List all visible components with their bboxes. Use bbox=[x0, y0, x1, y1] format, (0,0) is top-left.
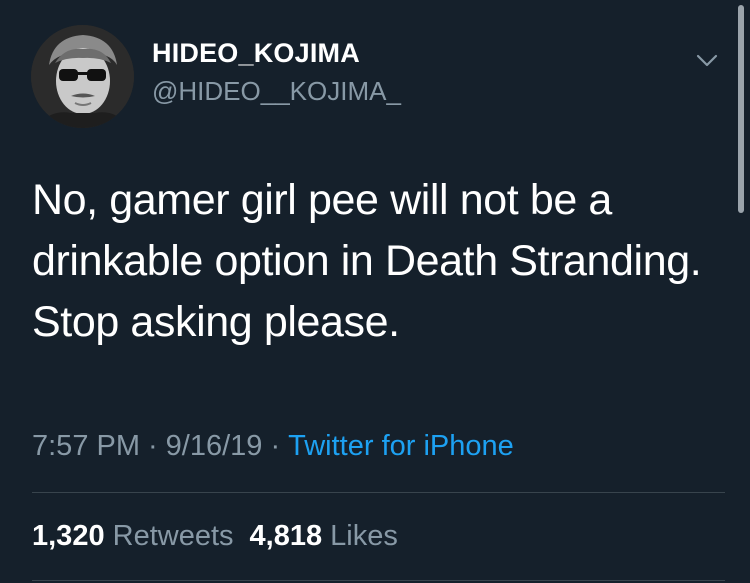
tweet-source-link[interactable]: Twitter for iPhone bbox=[288, 430, 514, 462]
divider bbox=[32, 492, 725, 493]
avatar[interactable] bbox=[31, 25, 134, 128]
meta-separator: · bbox=[270, 430, 281, 462]
tweet-meta: 7:57 PM · 9/16/19 · Twitter for iPhone bbox=[32, 430, 514, 463]
display-name[interactable]: HIDEO_KOJIMA bbox=[152, 38, 360, 69]
meta-separator: · bbox=[148, 430, 158, 462]
retweets-label: Retweets bbox=[112, 520, 234, 552]
likes-count: 4,818 bbox=[249, 520, 323, 552]
user-handle[interactable]: @HIDEO__KOJIMA_ bbox=[152, 76, 401, 107]
tweet-detail: HIDEO_KOJIMA @HIDEO__KOJIMA_ No, gamer g… bbox=[0, 0, 750, 583]
retweets-count: 1,320 bbox=[32, 520, 105, 552]
likes-label: Likes bbox=[330, 520, 398, 552]
chevron-down-icon[interactable] bbox=[692, 48, 722, 72]
tweet-time: 7:57 PM bbox=[32, 430, 140, 462]
tweet-date: 9/16/19 bbox=[165, 430, 263, 462]
tweet-text: No, gamer girl pee will not be a drinkab… bbox=[32, 176, 702, 346]
scrollbar[interactable] bbox=[738, 5, 744, 213]
avatar-photo bbox=[31, 25, 134, 128]
likes-stat[interactable]: 4,818 Likes bbox=[250, 520, 398, 552]
retweets-stat[interactable]: 1,320 Retweets bbox=[32, 520, 234, 552]
tweet-stats: 1,320 Retweets 4,818 Likes bbox=[32, 520, 398, 553]
divider bbox=[32, 580, 725, 581]
